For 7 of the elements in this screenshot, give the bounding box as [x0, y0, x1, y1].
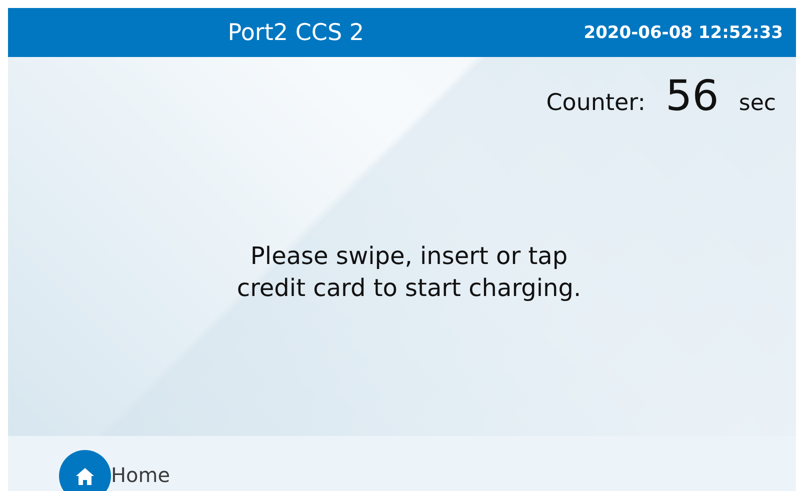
date-time: 2020-06-08 12:52:33 [584, 22, 783, 42]
counter-unit: sec [738, 91, 776, 116]
screen-title: Port2 CCS 2 [226, 20, 365, 46]
counter-label: Counter: [546, 90, 646, 116]
home-button[interactable]: Home [111, 463, 170, 487]
counter-value: 56 [665, 71, 719, 120]
instruction-message: Please swipe, insert or tap credit card to start charging. [236, 241, 582, 304]
